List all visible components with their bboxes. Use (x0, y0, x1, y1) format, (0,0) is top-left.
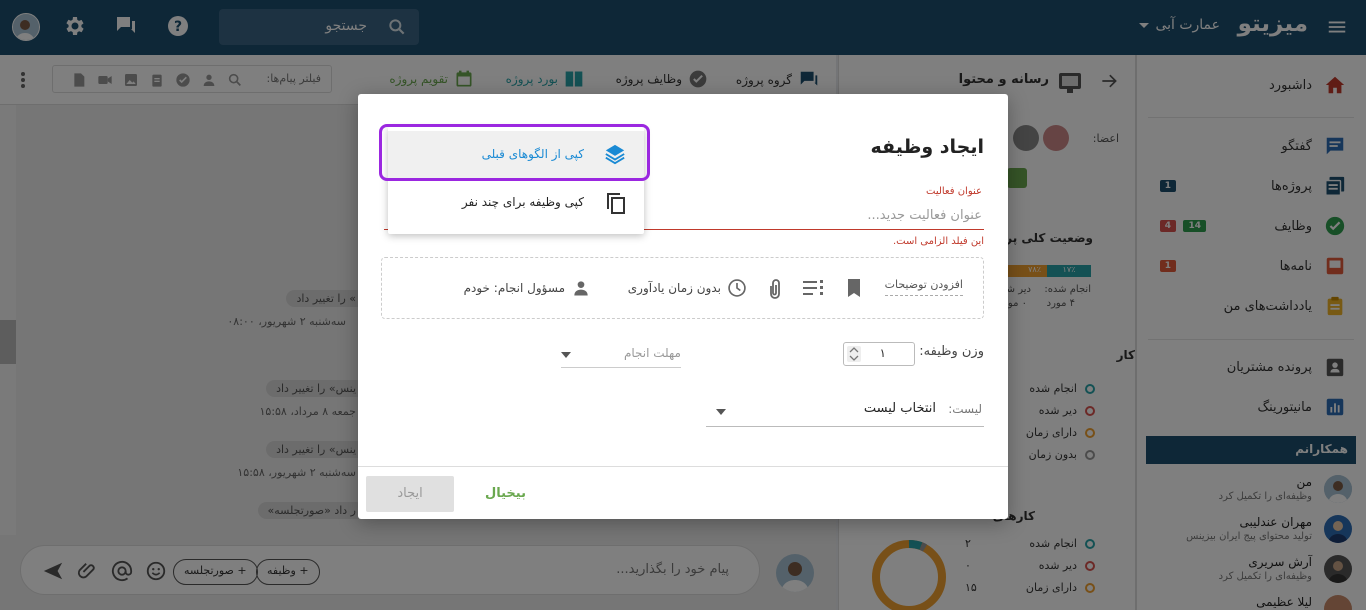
list-value: انتخاب لیست (863, 401, 936, 416)
dialog-footer: ایجاد بیخیال (358, 466, 1008, 519)
activity-label: عنوان فعالیت (926, 186, 982, 197)
stepper-arrows-icon[interactable] (847, 346, 861, 362)
weight-label: وزن وظیفه: (919, 344, 984, 359)
list-select[interactable]: لیست: انتخاب لیست (706, 397, 984, 427)
assignee-label: مسؤول انجام: خودم (463, 281, 565, 295)
dialog-title: ایجاد وظیفه (870, 136, 985, 158)
chevron-down-icon (561, 352, 571, 358)
weight-value: ۱ (879, 346, 886, 360)
list-label: لیست: (948, 402, 982, 416)
reminder-label: بدون زمان یادآوری (627, 281, 721, 295)
bookmark-icon[interactable] (845, 278, 863, 298)
deadline-placeholder: مهلت انجام (623, 346, 681, 360)
weight-stepper[interactable]: ۱ (843, 342, 915, 366)
activity-placeholder: عنوان فعالیت جدید... (867, 208, 982, 223)
chevron-down-icon (716, 409, 726, 415)
create-button[interactable]: ایجاد (366, 476, 454, 512)
assignee-button[interactable]: مسؤول انجام: خودم (464, 278, 591, 298)
deadline-input[interactable]: مهلت انجام (561, 344, 681, 368)
cancel-button[interactable]: بیخیال (485, 476, 526, 512)
menu-item-label: کپی وظیفه برای چند نفر (461, 195, 584, 209)
required-error: این فیلد الزامی است. (892, 236, 984, 247)
person-icon (574, 281, 588, 296)
menu-item-copy-for-multiple[interactable]: کپی وظیفه برای چند نفر (388, 179, 644, 226)
attach-icon[interactable] (767, 278, 783, 300)
copy-icon (604, 191, 626, 215)
reminder-button[interactable]: بدون زمان یادآوری (628, 278, 747, 298)
clock-icon (728, 279, 746, 297)
task-options: افزودن توضیحات بدون زمان یادآوری مسؤول ا… (381, 257, 984, 319)
add-description-button[interactable]: افزودن توضیحات (884, 278, 963, 296)
focus-highlight (379, 124, 650, 181)
checklist-icon[interactable] (803, 279, 823, 297)
